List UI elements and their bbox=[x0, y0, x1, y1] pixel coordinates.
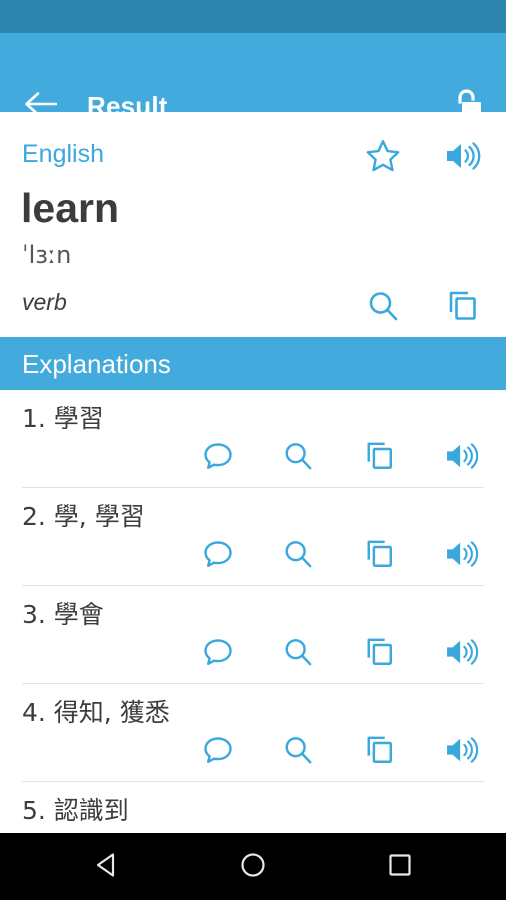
nav-home-circle-icon bbox=[240, 852, 266, 883]
speak-button[interactable] bbox=[440, 632, 484, 676]
list-item[interactable]: 4. 得知, 獲悉 bbox=[0, 684, 506, 782]
explanations-section-title: Explanations bbox=[22, 349, 171, 379]
headword-text: learn bbox=[21, 185, 119, 231]
explanations-list[interactable]: 1. 學習 2. 學, 學習 3. 學會 4. 得知, 獲悉 5. 認識到 bbox=[0, 390, 506, 833]
comment-icon bbox=[203, 441, 233, 476]
volume-up-icon bbox=[445, 141, 481, 176]
comment-button[interactable] bbox=[196, 534, 240, 578]
search-button[interactable] bbox=[276, 436, 320, 480]
list-item[interactable]: 2. 學, 學習 bbox=[0, 488, 506, 586]
search-icon bbox=[283, 441, 313, 476]
search-headword-button[interactable] bbox=[359, 284, 407, 332]
headword-panel: English learn ˈlɜːn verb bbox=[0, 112, 506, 337]
copy-icon bbox=[447, 290, 479, 327]
copy-button[interactable] bbox=[358, 436, 402, 480]
speak-button[interactable] bbox=[440, 436, 484, 480]
volume-up-icon bbox=[445, 736, 479, 769]
speak-headword-button[interactable] bbox=[439, 134, 487, 182]
search-button[interactable] bbox=[276, 730, 320, 774]
search-icon bbox=[283, 539, 313, 574]
copy-button[interactable] bbox=[358, 632, 402, 676]
explanation-actions bbox=[0, 730, 506, 774]
copy-icon bbox=[365, 539, 395, 574]
speak-button[interactable] bbox=[440, 534, 484, 578]
copy-icon bbox=[365, 441, 395, 476]
search-button[interactable] bbox=[276, 534, 320, 578]
volume-up-icon bbox=[445, 638, 479, 671]
list-item[interactable]: 1. 學習 bbox=[0, 390, 506, 488]
search-icon bbox=[283, 637, 313, 672]
copy-icon bbox=[365, 735, 395, 770]
comment-button[interactable] bbox=[196, 632, 240, 676]
explanation-text: 4. 得知, 獲悉 bbox=[22, 698, 170, 727]
android-navigation-bar bbox=[0, 833, 506, 900]
explanation-actions bbox=[0, 534, 506, 578]
nav-home-button[interactable] bbox=[223, 847, 283, 887]
nav-recents-button[interactable] bbox=[370, 847, 430, 887]
search-button[interactable] bbox=[276, 632, 320, 676]
explanations-section-header: Explanations bbox=[0, 337, 506, 390]
status-bar bbox=[0, 0, 506, 33]
speak-button[interactable] bbox=[440, 730, 484, 774]
nav-back-button[interactable] bbox=[76, 847, 136, 887]
nav-recents-square-icon bbox=[388, 853, 412, 882]
part-of-speech-label: verb bbox=[22, 289, 67, 315]
list-item[interactable]: 3. 學會 bbox=[0, 586, 506, 684]
nav-back-triangle-icon bbox=[94, 852, 118, 883]
search-icon bbox=[367, 290, 399, 327]
volume-up-icon bbox=[445, 540, 479, 573]
explanation-actions bbox=[0, 436, 506, 480]
explanation-text: 1. 學習 bbox=[22, 404, 104, 433]
copy-icon bbox=[365, 637, 395, 672]
app-screen: Result English learn ˈlɜːn verb Explanat… bbox=[0, 0, 506, 900]
explanation-text: 2. 學, 學習 bbox=[22, 502, 145, 531]
volume-up-icon bbox=[445, 442, 479, 475]
explanation-text: 3. 學會 bbox=[22, 600, 104, 629]
explanation-text: 5. 認識到 bbox=[22, 796, 129, 825]
comment-icon bbox=[203, 735, 233, 770]
comment-button[interactable] bbox=[196, 730, 240, 774]
phonetic-text: ˈlɜːn bbox=[22, 241, 72, 269]
list-item[interactable]: 5. 認識到 bbox=[0, 782, 506, 833]
comment-icon bbox=[203, 539, 233, 574]
copy-headword-button[interactable] bbox=[439, 284, 487, 332]
comment-icon bbox=[203, 637, 233, 672]
app-bar: Result bbox=[0, 33, 506, 121]
search-icon bbox=[283, 735, 313, 770]
copy-button[interactable] bbox=[358, 730, 402, 774]
copy-button[interactable] bbox=[358, 534, 402, 578]
language-label: English bbox=[22, 140, 104, 168]
favorite-button[interactable] bbox=[359, 134, 407, 182]
comment-button[interactable] bbox=[196, 436, 240, 480]
explanation-actions bbox=[0, 632, 506, 676]
star-outline-icon bbox=[366, 139, 400, 177]
